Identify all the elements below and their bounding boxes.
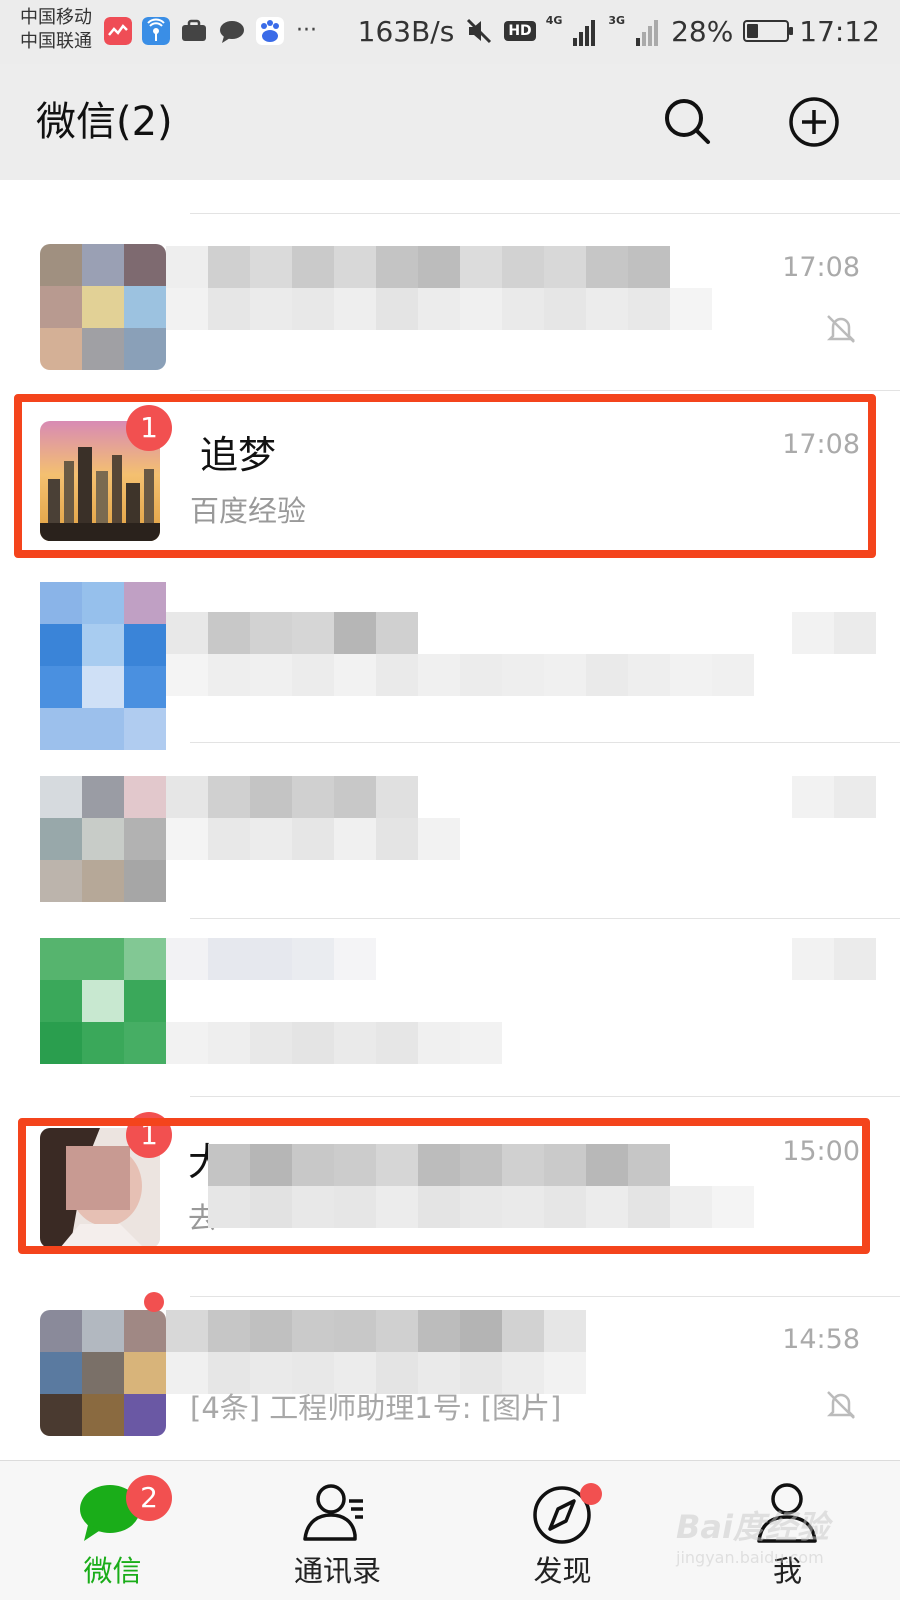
avatar [40,1310,166,1436]
tab-label: 发现 [533,1554,592,1588]
chat-list: 17:08 1 追梦 百度经验 17:08 1 大 去 15:00 [4条] 工… [0,180,900,1460]
blurred-name [166,938,376,980]
blurred-preview [166,288,712,330]
avatar [40,582,166,750]
chat-time: 17:08 [782,252,860,283]
tab-badge: 2 [126,1475,172,1521]
app-notification-icon [104,17,132,45]
blurred-time [792,938,876,980]
avatar [40,776,166,902]
status-bar: 中国移动 中国联通 ··· 163B/s HD 4G 3G 28% 17:12 [0,0,900,64]
blurred-name [166,246,670,288]
chat-row[interactable] [0,920,900,1096]
chat-row[interactable]: 17:08 [0,214,900,390]
watermark-url: jingyan.baidu.com [676,1548,824,1567]
chat-row[interactable]: [4条] 工程师助理1号: [图片] 14:58 [0,1292,900,1460]
chat-preview: [4条] 工程师助理1号: [图片] [190,1391,562,1425]
chat-row[interactable] [0,576,900,750]
tab-chats[interactable]: 2 微信 [0,1461,225,1600]
chat-row[interactable] [0,746,900,910]
tab-label: 微信 [83,1554,142,1588]
highlight-box [14,394,876,558]
more-notifications: ··· [296,18,317,43]
signal-3g-icon [636,20,659,46]
divider [190,1096,900,1097]
blurred-preview [166,1022,502,1064]
watermark-logo: Bai度经验 [676,1508,829,1546]
highlight-box [18,1118,870,1254]
tab-label: 通讯录 [293,1554,381,1588]
contacts-icon [303,1484,363,1541]
divider [190,918,900,919]
message-icon [220,21,244,43]
clock: 17:12 [799,14,880,48]
page-title: 微信(2) [36,99,173,145]
blurred-name [166,612,418,654]
avatar [40,938,166,1064]
baidu-jingyan-watermark: Bai度经验 jingyan.baidu.com [676,1502,876,1582]
net-speed: 163B/s [357,14,455,48]
network-4g-label: 4G [545,14,563,27]
signal-4g-icon [573,20,596,46]
notification-icons: ··· [104,16,317,46]
search-button[interactable] [656,90,720,154]
blurred-time [792,612,876,654]
wifi-hotspot-icon [142,17,170,45]
network-3g-label: 3G [608,14,626,27]
carrier-labels: 中国移动 中国联通 [20,6,92,54]
divider [190,1296,900,1297]
search-icon [665,99,710,144]
mute-speaker-icon [467,18,492,44]
battery-icon [743,20,794,42]
battery-percent: 28% [671,14,734,48]
add-button[interactable] [782,90,846,154]
blurred-name [166,776,418,818]
new-dot [580,1483,602,1505]
briefcase-icon [182,19,206,41]
plus-circle-icon [789,97,839,147]
bell-muted-icon [826,1391,856,1419]
tab-discover[interactable]: 发现 [450,1461,675,1600]
status-indicators: 163B/s HD 4G 3G 28% 17:12 [358,12,880,50]
avatar [40,244,166,370]
divider [190,742,900,743]
blurred-preview [166,654,754,696]
bell-muted-icon [826,315,856,343]
baidu-icon [256,17,284,45]
tab-contacts[interactable]: 通讯录 [225,1461,450,1600]
hd-badge: HD [504,21,536,41]
blurred-name [166,1310,586,1352]
chat-time: 14:58 [782,1324,860,1355]
unread-dot [144,1292,164,1312]
blurred-time [792,776,876,818]
carrier-2: 中国联通 [20,31,92,52]
app-header: 微信(2) [0,64,900,180]
carrier-1: 中国移动 [20,7,92,28]
blurred-preview [166,818,460,860]
